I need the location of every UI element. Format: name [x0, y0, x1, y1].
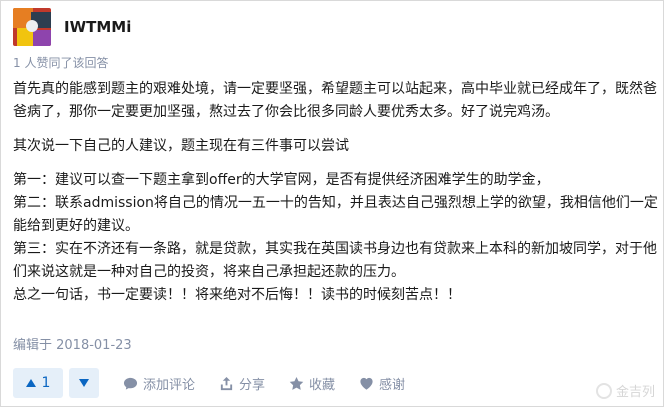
paragraph: 第一：建议可以查一下题主拿到offer的大学官网，是否有提供经济困难学生的助学金… [13, 172, 550, 188]
thanks-button[interactable]: 感谢 [359, 374, 405, 393]
paragraph: 其次说一下自己的人建议，题主现在有三件事可以尝试 [13, 138, 349, 154]
downvote-button[interactable] [69, 368, 99, 398]
share-label: 分享 [239, 377, 266, 393]
paragraph: 总之一句话，书一定要读！！将来绝对不后悔！！读书的时候刻苦点！！ [13, 287, 461, 303]
author-name[interactable]: IWTMMi [64, 18, 131, 36]
share-button[interactable]: 分享 [219, 374, 265, 393]
downvote-icon [79, 379, 89, 387]
answer-card: IWTMMi 1 人赞同了该回答 首先真的能感到题主的艰难处境，请一定要坚强，希… [0, 0, 664, 407]
comment-label: 添加评论 [143, 377, 196, 393]
collect-label: 收藏 [309, 377, 336, 393]
star-icon [289, 376, 304, 390]
share-icon [220, 376, 233, 390]
watermark-text: 金吉列 [615, 385, 655, 400]
heart-icon [360, 377, 373, 390]
action-bar: 1 添加评论 分享 收藏 感谢 [13, 368, 405, 398]
collect-button[interactable]: 收藏 [289, 374, 335, 393]
answer-header: IWTMMi [13, 7, 131, 47]
watermark: 金吉列 [595, 381, 655, 400]
thanks-label: 感谢 [379, 377, 406, 393]
avatar[interactable] [13, 8, 51, 46]
comment-button[interactable]: 添加评论 [123, 374, 195, 393]
upvote-button[interactable]: 1 [13, 368, 63, 398]
upvote-icon [25, 379, 36, 387]
paragraph: 第二：联系admission将自己的情况一五一十的告知，并且表达自己强烈想上学的… [13, 195, 658, 234]
paragraph: 第三：实在不济还有一条路，就是贷款，其实我在英国读书身边也有贷款来上本科的新加坡… [13, 241, 657, 280]
comment-icon [123, 377, 138, 390]
vote-summary: 1 人赞同了该回答 [13, 56, 109, 70]
watermark-logo-icon [595, 382, 612, 399]
paragraph: 首先真的能感到题主的艰难处境，请一定要坚强，希望题主可以站起来，高中毕业就已经成… [13, 81, 657, 120]
edit-time[interactable]: 编辑于 2018-01-23 [13, 334, 132, 353]
upvote-count: 1 [41, 375, 51, 391]
answer-content: 首先真的能感到题主的艰难处境，请一定要坚强，希望题主可以站起来，高中毕业就已经成… [13, 78, 658, 307]
